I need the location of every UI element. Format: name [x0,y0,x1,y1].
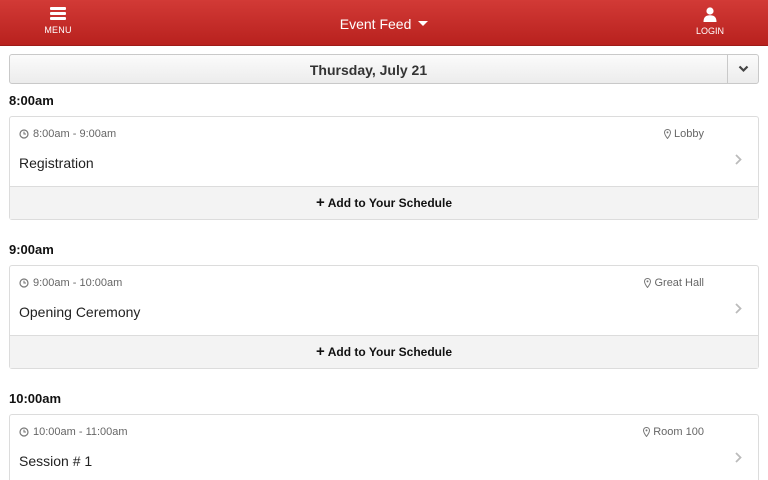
event-details-link[interactable]: 8:00am - 9:00am Lobby Registration [10,117,758,186]
map-marker-icon [644,278,652,288]
map-marker-icon [664,129,672,139]
event-time: 9:00am - 10:00am [19,277,122,289]
event-location-text: Great Hall [654,277,704,289]
time-group-heading: 10:00am [9,391,62,406]
event-card: 8:00am - 9:00am Lobby Registration + Add … [9,116,759,220]
user-icon [703,7,717,22]
caret-down-icon [418,21,429,27]
event-location-text: Lobby [674,128,704,140]
plus-icon: + [316,194,325,211]
event-location: Great Hall [644,277,704,289]
event-location: Lobby [664,128,704,140]
event-card: 9:00am - 10:00am Great Hall Opening Cere… [9,265,759,369]
chevron-right-icon [735,303,742,314]
event-feed-dropdown[interactable]: Event Feed [0,16,768,32]
page-title: Event Feed [339,16,412,32]
chevron-right-icon [735,154,742,165]
selected-date: Thursday, July 21 [309,62,428,78]
add-to-schedule-button[interactable]: + Add to Your Schedule [10,186,758,219]
chevron-down-icon [738,65,749,73]
event-title: Opening Ceremony [19,304,141,320]
event-time-text: 8:00am - 9:00am [33,128,117,140]
event-time-text: 10:00am - 11:00am [33,426,128,438]
plus-icon: + [316,343,325,360]
event-time: 10:00am - 11:00am [19,426,128,438]
event-details-link[interactable]: 10:00am - 11:00am Room 100 Session # 1 [10,415,758,480]
event-time-text: 9:00am - 10:00am [33,277,123,289]
map-marker-icon [643,427,651,437]
event-time: 8:00am - 9:00am [19,128,116,140]
event-details-link[interactable]: 9:00am - 10:00am Great Hall Opening Cere… [10,266,758,335]
app-header: MENU Event Feed LOGIN [0,0,768,46]
login-button[interactable]: LOGIN [688,7,732,36]
clock-icon [19,427,29,437]
event-card: 10:00am - 11:00am Room 100 Session # 1 [9,414,759,480]
date-dropdown-toggle[interactable] [727,55,758,83]
chevron-right-icon [735,452,742,463]
time-group-heading: 8:00am [9,93,54,108]
clock-icon [19,129,29,139]
add-to-schedule-label: Add to Your Schedule [327,345,452,359]
event-title: Session # 1 [19,453,93,469]
event-title: Registration [19,155,94,171]
add-to-schedule-button[interactable]: + Add to Your Schedule [10,335,758,368]
event-location: Room 100 [643,426,704,438]
login-label: LOGIN [695,26,724,36]
date-selector[interactable]: Thursday, July 21 [9,54,759,84]
add-to-schedule-label: Add to Your Schedule [327,196,452,210]
clock-icon [19,278,29,288]
time-group-heading: 9:00am [9,242,54,257]
event-location-text: Room 100 [653,426,704,438]
